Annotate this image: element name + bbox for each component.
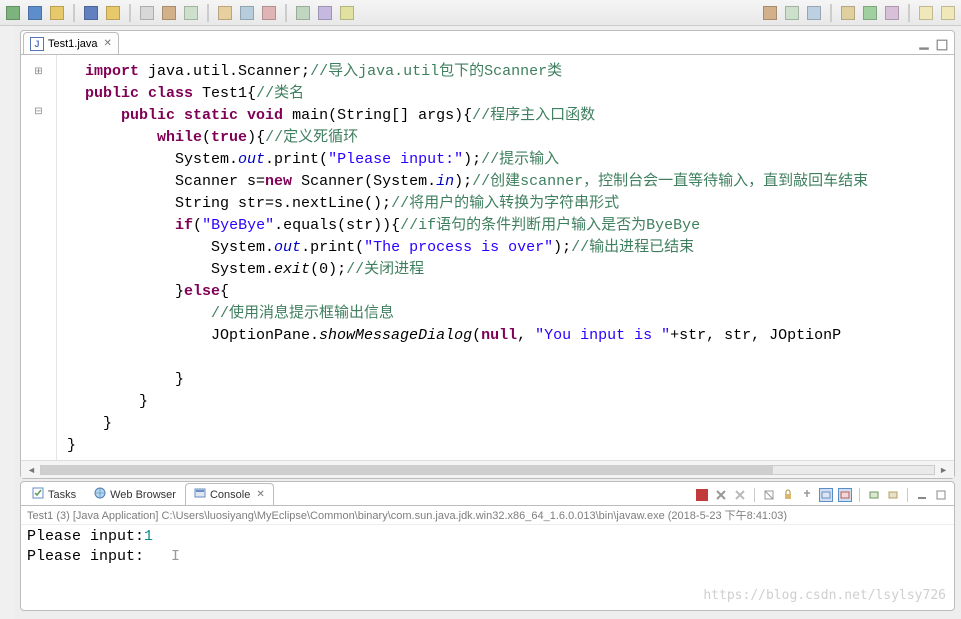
separator xyxy=(830,4,832,22)
editor-tab-test1[interactable]: J Test1.java ✕ xyxy=(23,32,119,54)
tasks-icon xyxy=(32,487,44,502)
tb-search-icon[interactable] xyxy=(138,4,156,22)
text-cursor-icon: I xyxy=(171,548,180,565)
tb-fwd-icon[interactable] xyxy=(939,4,957,22)
show-console-when-error-icon[interactable] xyxy=(838,488,852,502)
separator xyxy=(859,488,860,502)
console-tab-bar: Tasks Web Browser Console ✕ xyxy=(21,482,954,506)
tb-generic-icon[interactable] xyxy=(761,4,779,22)
fold-expand-icon[interactable]: ⊞ xyxy=(21,61,56,81)
maximize-icon[interactable] xyxy=(934,488,948,502)
tb-generic-icon[interactable] xyxy=(783,4,801,22)
fold-collapse-icon[interactable]: ⊟ xyxy=(21,101,56,121)
tb-run-icon[interactable] xyxy=(4,4,22,22)
separator xyxy=(207,4,209,22)
code-area: ⊞ ⊟ import java.util.Scanner;//导入java.ut… xyxy=(21,55,954,460)
remove-launch-icon[interactable] xyxy=(714,488,728,502)
console-line: Please input: I xyxy=(27,547,948,567)
separator xyxy=(907,488,908,502)
tb-back-icon[interactable] xyxy=(917,4,935,22)
gutter[interactable]: ⊞ ⊟ xyxy=(21,55,57,460)
code-body[interactable]: import java.util.Scanner;//导入java.util包下… xyxy=(57,55,954,460)
tab-label: Tasks xyxy=(48,489,76,501)
close-icon[interactable]: ✕ xyxy=(104,38,112,49)
console-panel: Tasks Web Browser Console ✕ xyxy=(20,481,955,611)
tab-web-browser[interactable]: Web Browser xyxy=(85,483,185,505)
console-output[interactable]: Please input:1 Please input: I https://b… xyxy=(21,525,954,610)
tb-generic-icon[interactable] xyxy=(861,4,879,22)
tb-generic-icon[interactable] xyxy=(805,4,823,22)
editor-tab-bar: J Test1.java ✕ xyxy=(21,31,954,55)
tb-generic-icon[interactable] xyxy=(216,4,234,22)
tb-generic-icon[interactable] xyxy=(294,4,312,22)
separator xyxy=(73,4,75,22)
tb-save-icon[interactable] xyxy=(82,4,100,22)
terminate-icon[interactable] xyxy=(695,488,709,502)
remove-all-icon[interactable] xyxy=(733,488,747,502)
close-icon[interactable]: ✕ xyxy=(256,489,264,500)
tab-label: Web Browser xyxy=(110,489,176,501)
open-console-icon[interactable] xyxy=(867,488,881,502)
show-console-when-output-icon[interactable] xyxy=(819,488,833,502)
tab-console[interactable]: Console ✕ xyxy=(185,483,274,505)
globe-icon xyxy=(94,487,106,502)
minimize-icon[interactable] xyxy=(918,39,930,51)
scroll-lock-icon[interactable] xyxy=(781,488,795,502)
left-sash[interactable] xyxy=(0,26,14,619)
display-selected-icon[interactable] xyxy=(886,488,900,502)
separator xyxy=(908,4,910,22)
tb-generic-icon[interactable] xyxy=(260,4,278,22)
tb-generic-icon[interactable] xyxy=(839,4,857,22)
tb-generic-icon[interactable] xyxy=(316,4,334,22)
minimize-icon[interactable] xyxy=(915,488,929,502)
ide-toolbar xyxy=(0,0,961,26)
java-file-icon: J xyxy=(30,37,44,51)
editor-panel: J Test1.java ✕ ⊞ ⊟ import java.util.Scan… xyxy=(20,30,955,479)
tab-label: Console xyxy=(210,489,250,501)
tb-generic-icon[interactable] xyxy=(238,4,256,22)
console-launch-info: Test1 (3) [Java Application] C:\Users\lu… xyxy=(21,506,954,525)
tb-debug-icon[interactable] xyxy=(26,4,44,22)
console-toolbar xyxy=(695,488,948,505)
tb-new-icon[interactable] xyxy=(48,4,66,22)
watermark: https://blog.csdn.net/lsylsy726 xyxy=(703,586,946,606)
tb-generic-icon[interactable] xyxy=(182,4,200,22)
separator xyxy=(754,488,755,502)
clear-console-icon[interactable] xyxy=(762,488,776,502)
tab-tasks[interactable]: Tasks xyxy=(23,483,85,505)
tb-generic-icon[interactable] xyxy=(338,4,356,22)
separator xyxy=(129,4,131,22)
tb-generic-icon[interactable] xyxy=(883,4,901,22)
tb-pkg-icon[interactable] xyxy=(160,4,178,22)
horizontal-scrollbar[interactable]: ◄ ► xyxy=(21,460,954,478)
tb-open-icon[interactable] xyxy=(104,4,122,22)
console-line: Please input:1 xyxy=(27,527,948,547)
editor-tab-label: Test1.java xyxy=(48,38,98,50)
maximize-icon[interactable] xyxy=(936,39,948,51)
separator xyxy=(285,4,287,22)
console-icon xyxy=(194,487,206,502)
pin-icon[interactable] xyxy=(800,488,814,502)
